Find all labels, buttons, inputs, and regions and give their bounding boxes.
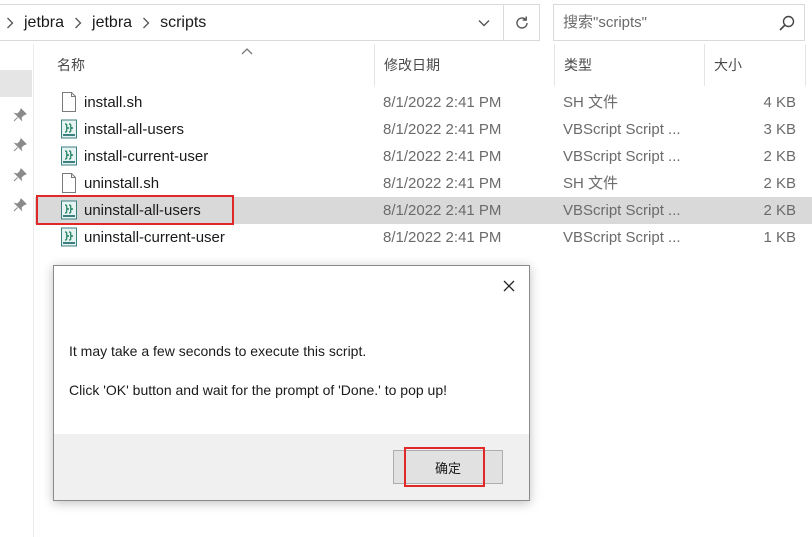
sh-file-icon <box>62 92 76 112</box>
file-type: VBScript Script ... <box>563 202 681 219</box>
file-date: 8/1/2022 2:41 PM <box>383 94 502 111</box>
close-button[interactable] <box>499 276 519 296</box>
refresh-icon <box>515 16 528 29</box>
breadcrumb: jetbra jetbra scripts <box>0 5 210 40</box>
search-input[interactable]: 搜索"scripts" <box>563 5 647 40</box>
file-type: SH 文件 <box>563 175 619 192</box>
search-box[interactable]: 搜索"scripts" <box>553 4 805 41</box>
file-row[interactable]: install-current-user 8/1/2022 2:41 PM VB… <box>35 143 812 170</box>
file-type: VBScript Script ... <box>563 229 681 246</box>
file-row[interactable]: uninstall-current-user 8/1/2022 2:41 PM … <box>35 224 812 251</box>
file-date: 8/1/2022 2:41 PM <box>383 229 502 246</box>
highlight-annotation-file <box>36 195 234 225</box>
file-row[interactable]: install.sh 8/1/2022 2:41 PM SH 文件 4 KB <box>35 89 812 116</box>
refresh-button[interactable] <box>503 5 539 40</box>
column-header-type[interactable]: 类型 <box>555 44 705 86</box>
file-name: uninstall.sh <box>84 175 160 192</box>
file-size: 2 KB <box>763 148 796 165</box>
breadcrumb-item[interactable]: scripts <box>156 14 210 32</box>
vbscript-file-icon <box>61 146 77 166</box>
chevron-right-icon[interactable] <box>0 5 20 40</box>
close-icon <box>503 280 515 292</box>
file-name: uninstall-current-user <box>84 229 225 246</box>
chevron-right-icon[interactable] <box>136 5 156 40</box>
file-size: 2 KB <box>763 175 796 192</box>
file-size: 1 KB <box>763 229 796 246</box>
pin-icon[interactable] <box>13 138 27 152</box>
file-row[interactable]: install-all-users 8/1/2022 2:41 PM VBScr… <box>35 116 812 143</box>
address-history-button[interactable] <box>466 5 502 40</box>
file-name: install-all-users <box>84 121 185 138</box>
search-icon[interactable] <box>778 14 796 32</box>
sh-file-icon <box>62 173 76 193</box>
chevron-down-icon <box>478 19 490 26</box>
breadcrumb-item[interactable]: jetbra <box>20 14 68 32</box>
column-header-row: 名称 修改日期 类型 大小 <box>35 44 812 86</box>
file-type: VBScript Script ... <box>563 148 681 165</box>
pin-icon[interactable] <box>13 108 27 122</box>
file-date: 8/1/2022 2:41 PM <box>383 148 502 165</box>
file-size: 3 KB <box>763 121 796 138</box>
pin-icon[interactable] <box>13 198 27 212</box>
dialog-message-line1: It may take a few seconds to execute thi… <box>69 343 367 359</box>
pin-icon[interactable] <box>13 168 27 182</box>
file-name: install.sh <box>84 94 143 111</box>
dialog-message-line2: Click 'OK' button and wait for the promp… <box>69 382 448 398</box>
file-list: install.sh 8/1/2022 2:41 PM SH 文件 4 KB i… <box>35 89 812 251</box>
file-size: 4 KB <box>763 94 796 111</box>
file-row[interactable]: uninstall.sh 8/1/2022 2:41 PM SH 文件 2 KB <box>35 170 812 197</box>
highlight-annotation-ok <box>404 447 485 487</box>
column-header-name[interactable]: 名称 <box>48 44 375 86</box>
column-header-size[interactable]: 大小 <box>705 44 806 86</box>
column-header-date-modified[interactable]: 修改日期 <box>375 44 555 86</box>
file-date: 8/1/2022 2:41 PM <box>383 202 502 219</box>
breadcrumb-item[interactable]: jetbra <box>88 14 136 32</box>
address-bar[interactable]: jetbra jetbra scripts <box>0 4 540 41</box>
nav-item-selected[interactable] <box>0 70 32 97</box>
file-date: 8/1/2022 2:41 PM <box>383 175 502 192</box>
vbscript-file-icon <box>61 119 77 139</box>
file-name: install-current-user <box>84 148 209 165</box>
file-size: 2 KB <box>763 202 796 219</box>
file-date: 8/1/2022 2:41 PM <box>383 121 502 138</box>
file-type: VBScript Script ... <box>563 121 681 138</box>
chevron-right-icon[interactable] <box>68 5 88 40</box>
file-type: SH 文件 <box>563 94 619 111</box>
toolbar: jetbra jetbra scripts 搜索"scripts" <box>0 0 812 44</box>
navigation-pane <box>0 44 34 537</box>
vbscript-file-icon <box>61 227 77 247</box>
